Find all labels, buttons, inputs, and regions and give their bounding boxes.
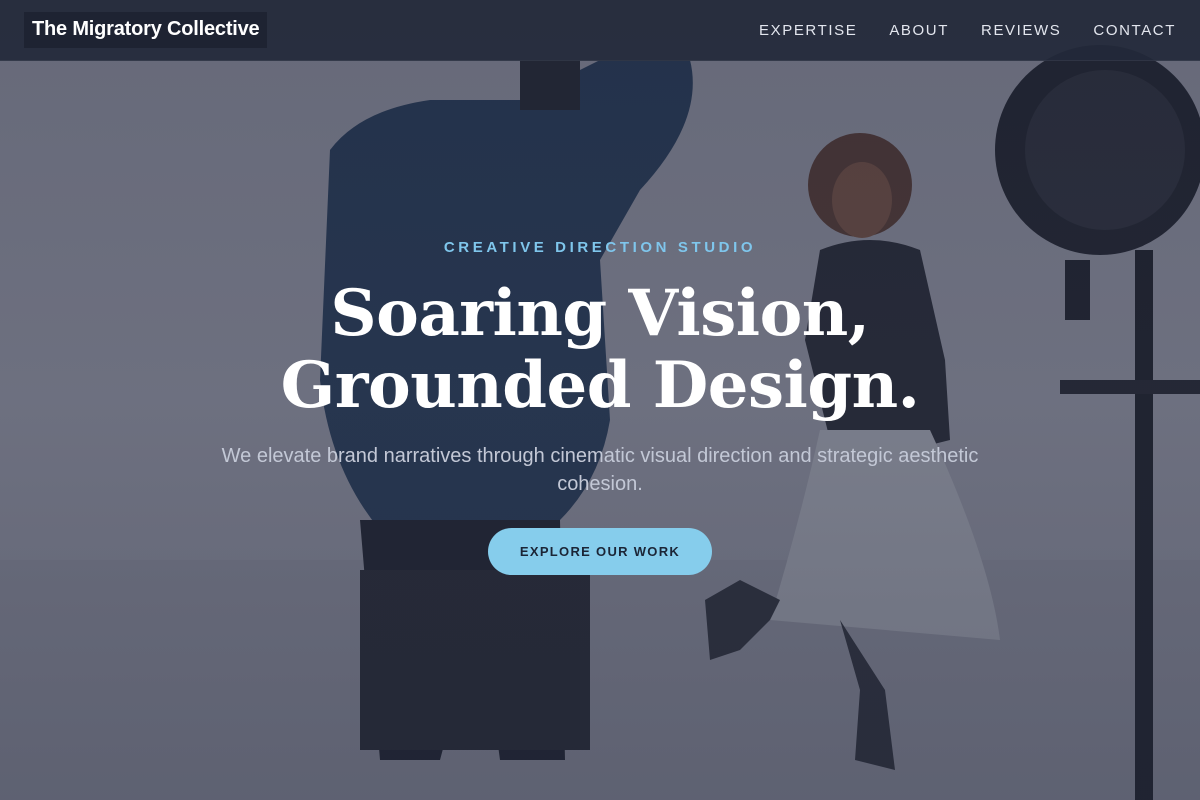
hero-section: CREATIVE DIRECTION STUDIO Soaring Vision…: [0, 0, 1200, 575]
hero-subtext: We elevate brand narratives through cine…: [221, 445, 979, 495]
hero-eyebrow: CREATIVE DIRECTION STUDIO: [443, 239, 757, 256]
hero-headline-line-2: Grounded Design.: [280, 348, 920, 423]
page: The Migratory Collective EXPERTISE ABOUT…: [0, 0, 1200, 800]
hero-headline-line-1: Soaring Vision,: [330, 276, 870, 351]
explore-work-button[interactable]: EXPLORE OUR WORK: [488, 528, 712, 575]
hero-headline: Soaring Vision, Grounded Design.: [281, 278, 920, 422]
